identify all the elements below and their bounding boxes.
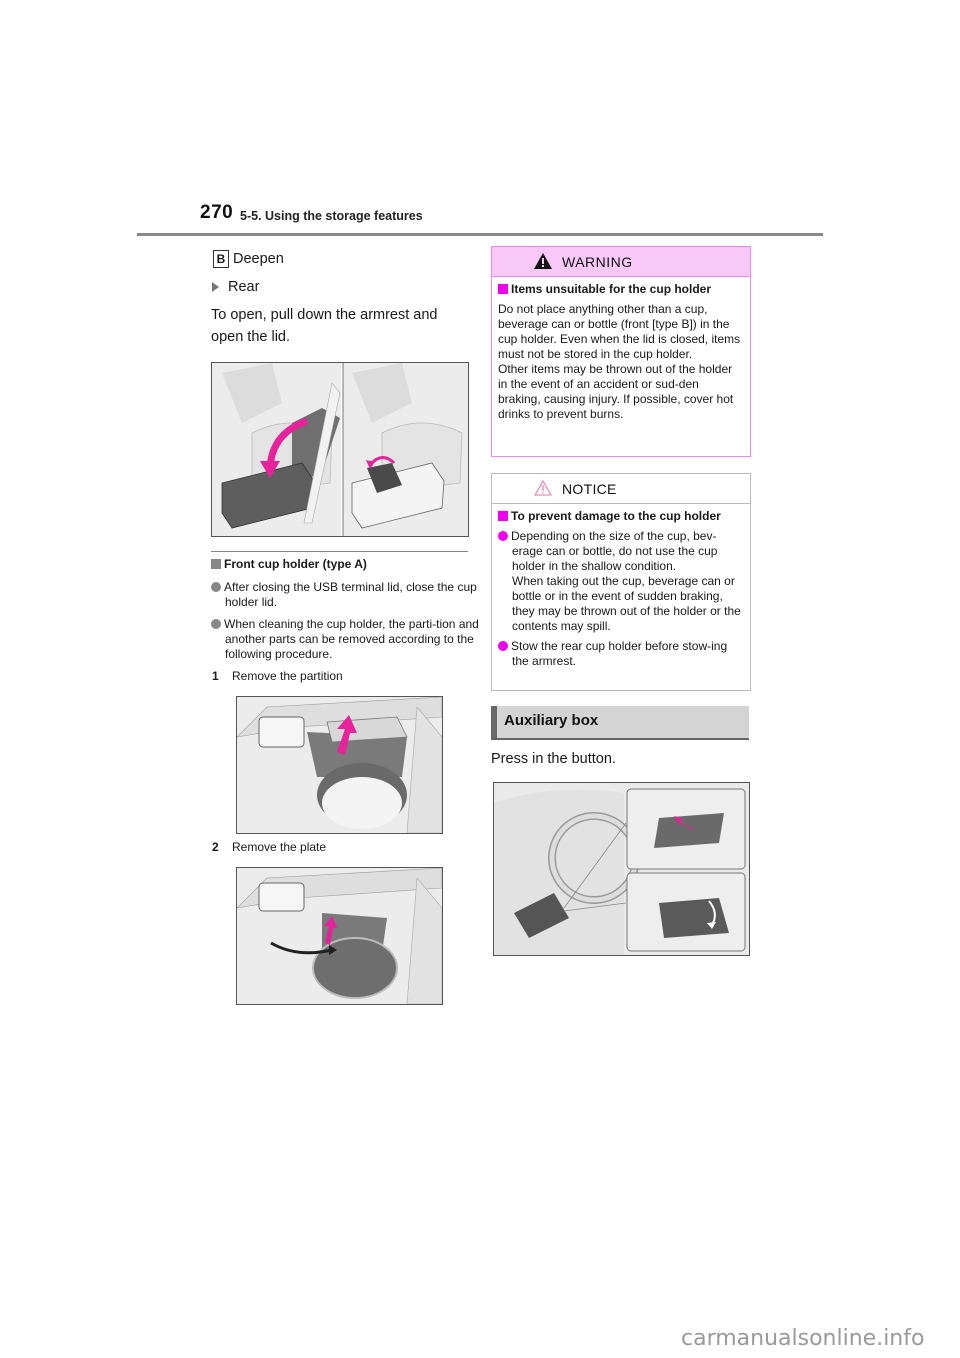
circle-bullet-icon — [498, 531, 508, 541]
section-divider — [211, 551, 468, 552]
armrest-figure — [211, 362, 469, 537]
notice-header: NOTICE — [492, 474, 750, 504]
open-instruction: To open, pull down the armrest and open … — [211, 307, 438, 345]
step-text: Remove the partition — [232, 669, 343, 683]
plate-illustration — [237, 868, 442, 1004]
notice-heading-text: To prevent damage to the cup holder — [511, 509, 721, 523]
caution-triangle-icon — [534, 480, 552, 496]
bullet-text-continued: When taking out the cup, beverage can or… — [512, 574, 741, 633]
notice-bullet: Stow the rear cup holder before stow-ing… — [498, 639, 744, 669]
warning-heading: Items unsuitable for the cup holder — [498, 282, 744, 297]
warning-text-continued: Other items may be thrown out of the hol… — [498, 362, 734, 421]
header-divider — [137, 233, 823, 236]
auxiliary-box-illustration — [494, 783, 749, 955]
auxiliary-box-figure — [493, 782, 750, 956]
step-text: Remove the plate — [232, 840, 327, 854]
notice-body: To prevent damage to the cup holder Depe… — [492, 504, 750, 679]
circle-bullet-icon — [498, 641, 508, 651]
circle-bullet-icon — [211, 619, 221, 629]
square-bullet-icon — [498, 284, 508, 294]
auxiliary-box-heading: Auxiliary box — [491, 706, 749, 740]
front-cup-bullet: After closing the USB terminal lid, clos… — [211, 580, 485, 610]
partition-figure — [236, 696, 443, 834]
notice-title: NOTICE — [562, 481, 617, 497]
section-bar — [491, 706, 497, 738]
warning-text: Do not place anything other than a cup, … — [498, 302, 741, 361]
warning-heading-text: Items unsuitable for the cup holder — [511, 282, 712, 296]
square-bullet-icon — [498, 511, 508, 521]
notice-bullet: Depending on the size of the cup, bev-er… — [498, 529, 744, 634]
bullet-text: After closing the USB terminal lid, clos… — [224, 580, 477, 609]
warning-header: WARNING — [492, 247, 750, 277]
triangle-bullet-icon — [212, 282, 219, 292]
step-1: 1 Remove the partition — [212, 669, 343, 684]
front-cup-holder-heading: Front cup holder (type A) — [211, 557, 367, 572]
bullet-text: Depending on the size of the cup, bev-er… — [511, 529, 718, 573]
warning-box: WARNING Items unsuitable for the cup hol… — [491, 246, 751, 457]
label-b-badge: B — [213, 250, 229, 268]
square-bullet-icon — [211, 559, 221, 569]
watermark: carmanualsonline.info — [681, 1326, 925, 1351]
notice-heading: To prevent damage to the cup holder — [498, 509, 744, 524]
deepen-label: Deepen — [233, 251, 284, 267]
circle-bullet-icon — [211, 582, 221, 592]
auxiliary-box-instruction: Press in the button. — [491, 751, 616, 767]
plate-figure — [236, 867, 443, 1005]
auxiliary-box-title: Auxiliary box — [504, 712, 599, 729]
warning-title: WARNING — [562, 254, 633, 270]
bullet-text: When cleaning the cup holder, the parti-… — [224, 617, 479, 661]
armrest-illustration — [212, 363, 468, 536]
rear-label: Rear — [228, 279, 260, 295]
partition-illustration — [237, 697, 442, 833]
step-2: 2 Remove the plate — [212, 840, 326, 855]
page-number: 270 — [200, 202, 234, 223]
notice-box: NOTICE To prevent damage to the cup hold… — [491, 473, 751, 691]
step-number: 2 — [212, 840, 219, 854]
section-title: 5-5. Using the storage features — [240, 209, 423, 223]
warning-body: Items unsuitable for the cup holder Do n… — [492, 277, 750, 427]
warning-triangle-icon — [534, 253, 552, 269]
bullet-text: Stow the rear cup holder before stow-ing… — [511, 639, 728, 668]
step-number: 1 — [212, 669, 219, 683]
front-cup-bullet: When cleaning the cup holder, the parti-… — [211, 617, 485, 662]
front-cup-holder-heading-text: Front cup holder (type A) — [224, 557, 367, 571]
